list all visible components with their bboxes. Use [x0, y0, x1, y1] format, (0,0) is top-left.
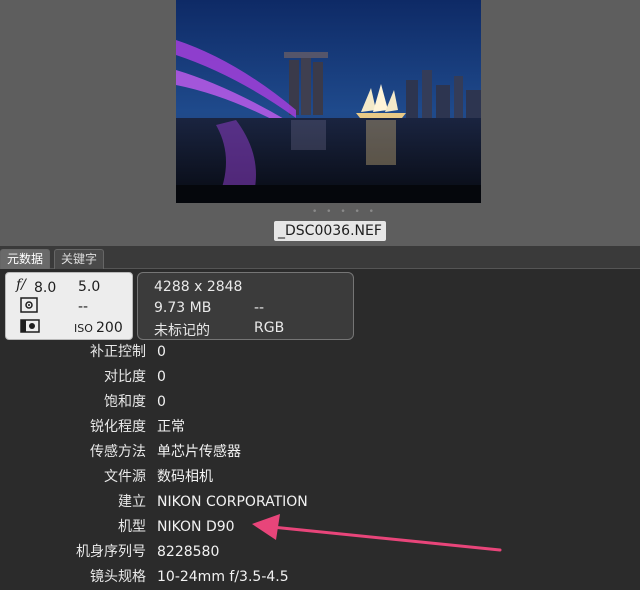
- metadata-value: NIKON D90: [157, 519, 235, 535]
- metadata-row: 传感方法 单芯片传感器: [0, 440, 640, 465]
- aperture-prefix: f/: [16, 277, 26, 293]
- metadata-key: 机型: [118, 519, 146, 535]
- metadata-value: 8228580: [157, 544, 220, 560]
- label-value: 未标记的: [154, 323, 210, 339]
- tab-keywords[interactable]: 关键字: [54, 249, 105, 269]
- flash-mode-icon: [20, 318, 40, 337]
- metadata-value: 单芯片传感器: [157, 444, 241, 460]
- metadata-key: 饱和度: [104, 394, 146, 410]
- shutter-value: 5.0: [78, 279, 101, 295]
- file-info-box: 4288 x 2848 9.73 MB -- 未标记的 RGB: [137, 272, 354, 340]
- exposure-box: f/ 8.0 5.0 -- ISO 200: [5, 272, 133, 340]
- metadata-key: 机身序列号: [76, 544, 146, 560]
- metadata-row: 镜头规格 10-24mm f/3.5-4.5: [0, 565, 640, 590]
- metadata-row: 补正控制 0: [0, 340, 640, 365]
- thumbnail-pager-dots[interactable]: • • • • •: [312, 207, 377, 217]
- metadata-key: 镜头规格: [90, 569, 146, 585]
- metadata-value: 0: [157, 344, 166, 360]
- metadata-row: 对比度 0: [0, 365, 640, 390]
- metadata-row-model: 机型 NIKON D90: [0, 515, 640, 540]
- metadata-value: 正常: [157, 419, 185, 435]
- iso-label: ISO: [74, 322, 93, 335]
- preview-area: • • • • • _DSC0036.NEF: [0, 0, 640, 246]
- aperture-value: 8.0: [34, 280, 57, 296]
- photo-thumbnail[interactable]: [176, 0, 481, 203]
- metadata-row: 建立 NIKON CORPORATION: [0, 490, 640, 515]
- panel-tabbar: 元数据 关键字: [0, 246, 640, 269]
- metadata-value: 0: [157, 369, 166, 385]
- metadata-row: 机身序列号 8228580: [0, 540, 640, 565]
- filename-label[interactable]: _DSC0036.NEF: [274, 221, 386, 241]
- tab-metadata[interactable]: 元数据: [0, 249, 51, 269]
- metadata-row: 饱和度 0: [0, 390, 640, 415]
- metadata-key: 传感方法: [90, 444, 146, 460]
- metadata-value: NIKON CORPORATION: [157, 494, 308, 510]
- filesize-value: 9.73 MB: [154, 300, 212, 316]
- filesize-extra-value: --: [254, 300, 265, 316]
- metadata-key: 对比度: [104, 369, 146, 385]
- metadata-value: 10-24mm f/3.5-4.5: [157, 569, 289, 585]
- metadata-row: 文件源 数码相机: [0, 465, 640, 490]
- metadata-row: 锐化程度 正常: [0, 415, 640, 440]
- metadata-value: 数码相机: [157, 469, 213, 485]
- dimensions-value: 4288 x 2848: [154, 279, 243, 295]
- metadata-key: 文件源: [104, 469, 146, 485]
- metadata-key: 锐化程度: [90, 419, 146, 435]
- metering-icon: [20, 297, 38, 317]
- metadata-value: 0: [157, 394, 166, 410]
- colorspace-value: RGB: [254, 320, 285, 336]
- exposure-comp-value: --: [78, 299, 89, 315]
- iso-value: 200: [96, 320, 123, 336]
- metadata-key: 补正控制: [90, 344, 146, 360]
- metadata-key: 建立: [118, 494, 146, 510]
